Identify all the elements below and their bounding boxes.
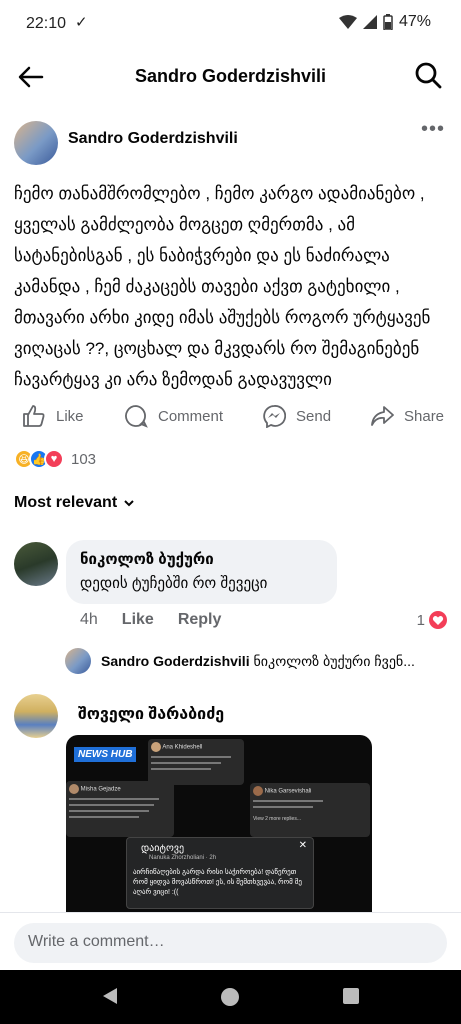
comment-text: დედის ტუჩებში რო შევეცი — [80, 575, 268, 592]
love-reaction-icon: ♥ — [44, 449, 64, 469]
nav-recents-icon[interactable] — [342, 987, 360, 1005]
comment-label: Comment — [158, 407, 224, 425]
sort-label: Most relevant — [14, 494, 118, 511]
battery-icon — [383, 14, 393, 30]
screenshot-comment-author: Nika Garsevishali — [264, 788, 312, 795]
comment-like-button[interactable]: Like — [122, 611, 154, 629]
messenger-icon — [263, 405, 286, 428]
battery-percent: 47% — [398, 13, 431, 30]
status-bar: 22:10 ✓ 47% — [0, 0, 461, 50]
write-comment-placeholder: Write a comment… — [28, 933, 165, 950]
screenshot-comment-box: Nika Garsevishali View 2 more replies... — [250, 783, 370, 837]
screenshot-comment-box: Misha Gejadze — [66, 781, 174, 837]
reply-text: ნიკოლოზ ბუქური ჩვენ... — [253, 653, 415, 669]
screenshot-comment-author: Misha Gejadze — [80, 786, 121, 793]
comment-time: 4h — [80, 611, 98, 628]
commenter-name[interactable]: შოველი შარაბიძე — [78, 704, 224, 724]
screenshot-comment-box: Ana Khideshell — [148, 739, 244, 785]
screenshot-comment-author: Ana Khideshell — [162, 744, 203, 751]
comment-like-count: 1 — [416, 611, 425, 629]
nav-back-icon[interactable] — [101, 987, 119, 1005]
thumbs-up-icon — [23, 405, 45, 427]
comment-meta: 4h Like Reply — [80, 611, 221, 629]
comment-button[interactable]: Comment — [124, 404, 223, 428]
reaction-count: 103 — [71, 450, 97, 468]
commenter-avatar[interactable] — [14, 542, 58, 586]
write-comment-input[interactable]: Write a comment… — [14, 923, 447, 963]
screenshot-popup: დაიტოვე ✕ Nanuka Zhorzholiani · 2h აირჩი… — [126, 837, 314, 909]
screenshot-popup-author: Nanuka Zhorzholiani · 2h — [149, 855, 217, 861]
post-author-name[interactable]: Sandro Goderdzishvili — [68, 130, 238, 148]
reaction-summary[interactable]: 😆 👍 ♥ 103 — [14, 448, 96, 470]
signal-icon — [362, 15, 377, 29]
comment-reaction-count[interactable]: 1 — [417, 611, 447, 629]
news-hub-badge: NEWS HUB — [74, 747, 137, 762]
screenshot-view-more: View 2 more replies... — [253, 816, 301, 822]
send-label: Send — [296, 407, 332, 425]
comment-screenshot-image[interactable]: NEWS HUB Ana Khideshell Misha Gejadze Ni… — [66, 735, 372, 913]
screenshot-popup-body: აირჩიწაღების გარდა რისი საჭიროება! დაწერ… — [133, 869, 302, 896]
comment-composer: Write a comment… — [0, 912, 461, 970]
chevron-down-icon — [124, 500, 134, 507]
post-author-avatar[interactable] — [14, 121, 58, 165]
screenshot-close-icon: ✕ — [298, 840, 307, 851]
search-button[interactable] — [413, 60, 443, 90]
like-button[interactable]: Like — [22, 404, 84, 428]
love-reaction-icon — [429, 611, 447, 629]
post-actions: Like Comment Send Share — [0, 400, 461, 436]
post-text: ჩემო თანამშრომლებო , ჩემო კარგო ადამიანე… — [14, 184, 431, 389]
comment-bubble[interactable]: ნიკოლოზ ბუქური დედის ტუჩებში რო შევეცი — [66, 540, 337, 604]
share-label: Share — [404, 407, 445, 425]
app-header: Sandro Goderdzishvili — [0, 50, 461, 102]
share-icon — [371, 406, 394, 426]
search-icon — [415, 62, 442, 89]
download-check-icon: ✓ — [75, 14, 88, 31]
page-title: Sandro Goderdzishvili — [134, 66, 327, 86]
reply-author-avatar[interactable] — [65, 648, 91, 674]
reply-author-name: Sandro Goderdzishvili — [101, 653, 250, 669]
share-button[interactable]: Share — [370, 404, 444, 428]
commenter-name[interactable]: ნიკოლოზ ბუქური — [80, 550, 214, 568]
status-time: 22:10 — [26, 15, 67, 32]
like-label: Like — [56, 407, 84, 425]
system-nav-bar — [0, 970, 461, 1024]
commenter-avatar[interactable] — [14, 694, 58, 738]
wifi-icon — [338, 15, 357, 29]
more-options-icon[interactable]: ••• — [421, 118, 445, 141]
reply-preview[interactable]: Sandro Goderdzishvili ნიკოლოზ ბუქური ჩვე… — [101, 653, 451, 670]
nav-home-icon[interactable] — [220, 987, 240, 1007]
comment-reply-button[interactable]: Reply — [178, 611, 222, 629]
screenshot-popup-title: დაიტოვე — [141, 843, 185, 854]
comment-sort-dropdown[interactable]: Most relevant — [14, 494, 135, 512]
send-button[interactable]: Send — [262, 404, 331, 428]
comment-icon — [125, 405, 148, 428]
